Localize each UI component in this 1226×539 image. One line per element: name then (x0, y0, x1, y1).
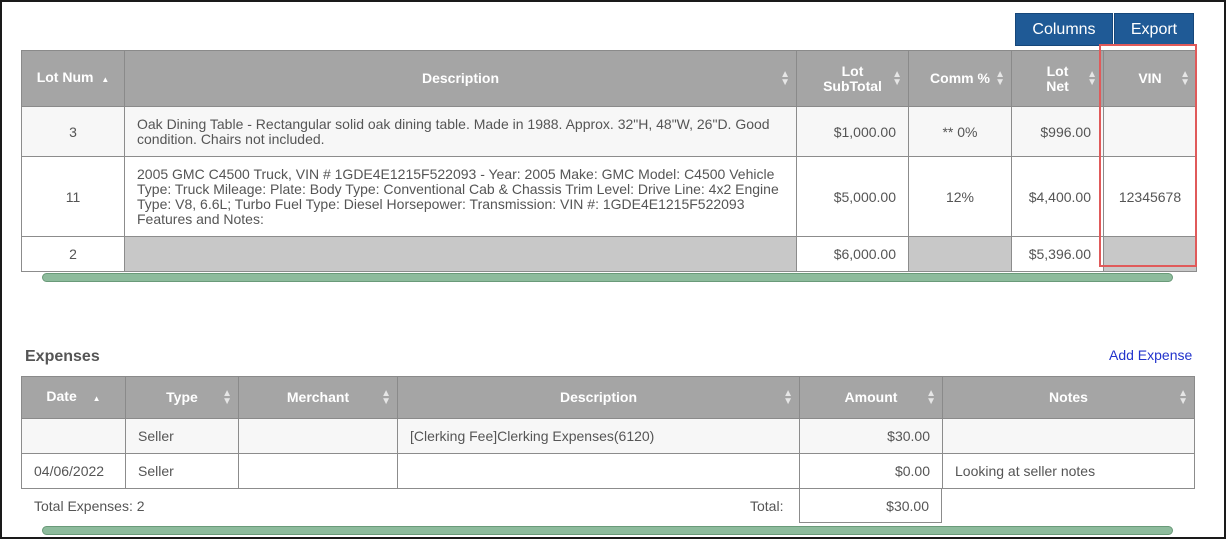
horizontal-scrollbar[interactable] (42, 273, 1173, 282)
lot-comm-cell: 12% (908, 156, 1012, 237)
lot-description-cell: Oak Dining Table - Rectangular solid oak… (124, 106, 797, 157)
lot-subtotal-total-cell: $6,000.00 (796, 236, 909, 272)
expense-amount-cell: $0.00 (799, 453, 943, 489)
description-header-label: Description (421, 70, 499, 86)
footer-blank-cell (1103, 236, 1197, 272)
sort-icon: ▲ ▼ (1180, 68, 1190, 88)
lot-row[interactable]: 11 2005 GMC C4500 Truck, VIN # 1GDE4E121… (21, 156, 1197, 237)
lot-num-cell: 3 (21, 106, 125, 157)
notes-header[interactable]: Notes ▲ ▼ (942, 376, 1195, 419)
expenses-title: Expenses (25, 348, 100, 365)
lot-vin-cell: 12345678 (1103, 156, 1197, 237)
expense-row[interactable]: 04/06/2022 Seller $0.00 Looking at selle… (21, 453, 1195, 489)
type-header-label: Type (166, 389, 198, 405)
lots-table: Lot Num ▲ Description ▲ ▼ Lot SubTotal ▲ ▼… (21, 50, 1197, 272)
expense-row[interactable]: Seller [Clerking Fee]Clerking Expenses(6… (21, 418, 1195, 454)
vin-header[interactable]: VIN ▲ ▼ (1103, 50, 1197, 107)
merchant-header-label: Merchant (286, 389, 350, 405)
expense-description-header[interactable]: Description ▲ ▼ (397, 376, 800, 419)
lot-net-header[interactable]: Lot Net ▲ ▼ (1011, 50, 1104, 107)
lot-subtotal-cell: $5,000.00 (796, 156, 909, 237)
lot-num-header-label: Lot Num (36, 69, 94, 85)
sort-icon: ▲ ▼ (995, 68, 1005, 88)
lot-subtotal-header[interactable]: Lot SubTotal ▲ ▼ (796, 50, 909, 107)
lot-footer-row: 2 $6,000.00 $5,396.00 (21, 236, 1197, 272)
sort-ascending-icon: ▲ (92, 394, 101, 403)
lot-comm-cell: ** 0% (908, 106, 1012, 157)
expense-date-cell: 04/06/2022 (21, 453, 126, 489)
expense-notes-cell: Looking at seller notes (942, 453, 1195, 489)
total-expenses-count: Total Expenses: 2 (34, 498, 145, 514)
sort-icon: ▲ ▼ (892, 68, 902, 88)
merchant-header[interactable]: Merchant ▲ ▼ (238, 376, 398, 419)
sort-icon: ▲ ▼ (780, 68, 790, 88)
expense-notes-cell (942, 418, 1195, 454)
sort-icon: ▲ ▼ (1087, 68, 1097, 88)
expense-amount-cell: $30.00 (799, 418, 943, 454)
footer-blank-cell (908, 236, 1012, 272)
comm-header[interactable]: Comm % ▲ ▼ (908, 50, 1012, 107)
expense-description-cell (397, 453, 800, 489)
type-header[interactable]: Type ▲ ▼ (125, 376, 239, 419)
total-amount: $30.00 (799, 488, 942, 523)
lot-num-header[interactable]: Lot Num ▲ (21, 50, 125, 107)
sort-icon: ▲ ▼ (783, 387, 793, 407)
sort-icon: ▲ ▼ (1178, 387, 1188, 407)
sort-icon: ▲ ▼ (926, 387, 936, 407)
expense-date-cell (21, 418, 126, 454)
lot-row[interactable]: 3 Oak Dining Table - Rectangular solid o… (21, 106, 1197, 157)
description-header[interactable]: Description ▲ ▼ (124, 50, 797, 107)
lot-vin-cell (1103, 106, 1197, 157)
lot-net-cell: $4,400.00 (1011, 156, 1104, 237)
expense-merchant-cell (238, 418, 398, 454)
expense-type-cell: Seller (125, 418, 239, 454)
expense-type-cell: Seller (125, 453, 239, 489)
lot-net-total-cell: $5,396.00 (1011, 236, 1104, 272)
date-header-label: Date (46, 388, 77, 404)
total-label: Total: (750, 498, 784, 514)
horizontal-scrollbar[interactable] (42, 526, 1173, 535)
amount-header-label: Amount (844, 389, 898, 405)
columns-button[interactable]: Columns (1015, 13, 1113, 46)
vin-header-label: VIN (1138, 70, 1162, 86)
comm-header-label: Comm % (930, 70, 990, 86)
expense-description-header-label: Description (559, 389, 637, 405)
amount-header[interactable]: Amount ▲ ▼ (799, 376, 943, 419)
sort-ascending-icon: ▲ (101, 75, 110, 84)
expenses-table: Date ▲ Type ▲ ▼ Merchant ▲ ▼ Description ▲… (21, 376, 1195, 489)
lot-num-cell: 11 (21, 156, 125, 237)
sort-icon: ▲ ▼ (381, 387, 391, 407)
lot-subtotal-cell: $1,000.00 (796, 106, 909, 157)
lot-count-cell: 2 (21, 236, 125, 272)
footer-blank-cell (124, 236, 797, 272)
lot-net-cell: $996.00 (1011, 106, 1104, 157)
lot-description-cell: 2005 GMC C4500 Truck, VIN # 1GDE4E1215F5… (124, 156, 797, 237)
expenses-totals: Total Expenses: 2 Total: $30.00 (21, 488, 1194, 524)
add-expense-link[interactable]: Add Expense (1109, 347, 1192, 363)
sort-icon: ▲ ▼ (222, 387, 232, 407)
date-header[interactable]: Date ▲ (21, 376, 126, 419)
notes-header-label: Notes (1049, 389, 1088, 405)
expense-description-cell: [Clerking Fee]Clerking Expenses(6120) (397, 418, 800, 454)
export-button[interactable]: Export (1114, 13, 1194, 46)
expense-merchant-cell (238, 453, 398, 489)
